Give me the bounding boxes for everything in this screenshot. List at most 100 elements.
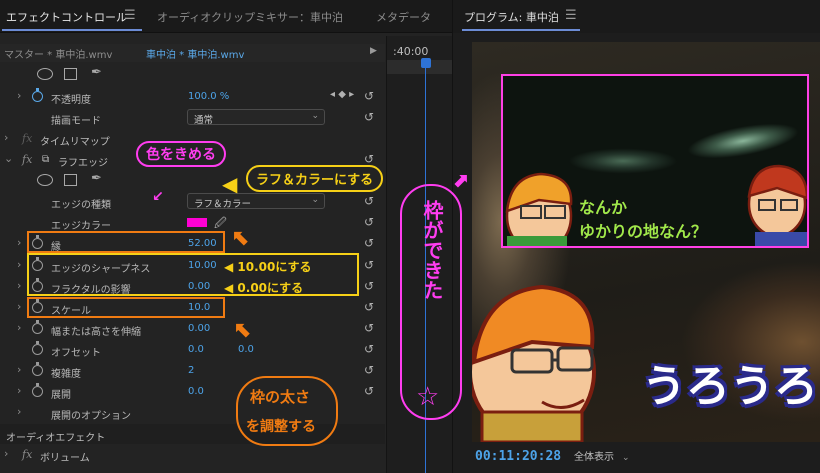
reset-icon[interactable]: ↺ (364, 384, 374, 398)
edge-type-value: ラフ＆カラー (194, 199, 252, 210)
ellipse-mask-icon[interactable] (37, 68, 53, 80)
scale-highlight-box (27, 297, 225, 318)
row-complexity: › 複雑度 2 ↺ (0, 360, 385, 381)
monitor-tab-bar: プログラム: 車中泊 ☰ (453, 0, 820, 33)
evolution-value[interactable]: 0.0 (188, 386, 204, 397)
tab-program-monitor[interactable]: プログラム: 車中泊 (464, 9, 559, 25)
annotation-frame-done-text: 枠ができた (420, 200, 444, 300)
annotation-frame-width: 枠の太さ を調整する (236, 376, 338, 446)
offset-x-value[interactable]: 0.0 (188, 344, 204, 355)
annotation-set-ten-text: 10.00にする (237, 260, 312, 274)
reset-icon[interactable]: ↺ (364, 363, 374, 377)
reset-icon[interactable]: ↺ (364, 258, 374, 272)
row-offset: オフセット 0.0 0.0 ↺ (0, 339, 385, 360)
annotation-set-zero-text: 0.00にする (237, 281, 304, 295)
row-volume: › fx ボリューム (0, 444, 385, 465)
panel-menu-icon[interactable]: ☰ (124, 8, 136, 23)
stopwatch-icon[interactable] (32, 341, 43, 355)
timeline-clip-bar (387, 60, 452, 74)
annotation-frame-width-2: を調整する (246, 419, 316, 435)
pen-mask-icon[interactable]: ✒ (91, 65, 102, 80)
reset-icon[interactable]: ↺ (364, 89, 374, 103)
expand-chevron-icon[interactable]: › (17, 236, 21, 249)
panel-menu-icon[interactable]: ☰ (565, 8, 577, 23)
fx-icon[interactable]: fx (22, 132, 32, 145)
rectangle-mask-icon[interactable] (64, 174, 77, 186)
arrow-up-icon: ⬉ (234, 318, 253, 343)
complexity-value[interactable]: 2 (188, 365, 194, 376)
stretch-value[interactable]: 0.00 (188, 323, 210, 334)
expand-chevron-icon[interactable]: › (17, 321, 21, 334)
expand-chevron-icon[interactable]: › (4, 131, 8, 144)
blend-mode-value: 通常 (194, 115, 214, 126)
expand-chevron-icon[interactable]: › (17, 405, 21, 418)
reset-icon[interactable]: ↺ (364, 110, 374, 124)
chevron-down-icon: ⌄ (622, 453, 630, 463)
tab-metadata[interactable]: メタデータ (376, 9, 431, 25)
motion-box-icon[interactable]: ⧉ (42, 154, 49, 165)
collapse-chevron-icon[interactable]: ⌄ (4, 152, 13, 165)
master-clip-label[interactable]: マスター * 車中泊.wmv (4, 46, 112, 61)
border-highlight-box (27, 231, 225, 253)
chevron-down-icon: ⌄ (311, 195, 319, 205)
stopwatch-icon[interactable] (32, 362, 43, 376)
program-timecode[interactable]: 00:11:20:28 (475, 449, 561, 464)
expand-chevron-icon[interactable]: › (17, 384, 21, 397)
expand-chevron-icon[interactable]: › (17, 363, 21, 376)
reset-icon[interactable]: ↺ (364, 300, 374, 314)
rectangle-mask-icon[interactable] (64, 68, 77, 80)
fit-value: 全体表示 (574, 452, 614, 463)
timeline-time-ruler: :40:00 (393, 45, 429, 58)
fx-icon[interactable]: fx (22, 448, 32, 461)
expand-chevron-icon[interactable]: › (17, 89, 21, 102)
audio-effects-label: オーディオエフェクト (6, 433, 106, 444)
keyframe-nav-icon[interactable]: ◂ ◆ ▸ (330, 89, 354, 100)
fx-icon[interactable]: fx (22, 153, 32, 166)
blend-mode-label: 描画モード (51, 116, 101, 127)
complexity-label: 複雑度 (51, 369, 81, 380)
annotation-frame-width-1: 枠の太さ (250, 388, 311, 406)
ellipse-mask-icon[interactable] (37, 174, 53, 186)
opacity-label: 不透明度 (51, 95, 91, 106)
reset-icon[interactable]: ↺ (364, 321, 374, 335)
fit-dropdown[interactable]: 全体表示 ⌄ (574, 448, 660, 465)
stopwatch-icon[interactable] (32, 88, 43, 102)
expand-chevron-icon[interactable]: › (17, 300, 21, 313)
reset-icon[interactable]: ↺ (364, 279, 374, 293)
tab-audio-clip-mixer[interactable]: オーディオクリップミキサー：車中泊 (157, 9, 343, 25)
reset-icon[interactable]: ↺ (364, 342, 374, 356)
expand-chevron-icon[interactable]: › (17, 279, 21, 292)
blend-mode-dropdown[interactable]: 通常 ⌄ (187, 109, 325, 126)
stopwatch-icon[interactable] (32, 320, 43, 334)
row-blend-mode: 描画モード 通常 ⌄ ↺ (0, 107, 385, 128)
evolution-options-label: 展開のオプション (51, 411, 131, 422)
play-only-clip-icon[interactable]: ▶ (370, 46, 377, 56)
inset-video-frame[interactable]: なんか ゆかりの地なん？ (501, 74, 809, 248)
reset-icon[interactable]: ↺ (364, 215, 374, 229)
edge-color-label: エッジカラー (51, 221, 111, 232)
offset-y-value[interactable]: 0.0 (238, 344, 254, 355)
arrow-down-icon: ↙ (152, 189, 164, 205)
playhead-handle[interactable] (421, 58, 431, 68)
clip-source-bar: マスター * 車中泊.wmv 車中泊 * 車中泊.wmv ▶ (0, 44, 385, 62)
stopwatch-icon[interactable] (32, 383, 43, 397)
expand-chevron-icon[interactable]: › (17, 258, 21, 271)
caption-big-text: うろうろ (642, 361, 818, 412)
pen-mask-icon[interactable]: ✒ (91, 171, 102, 186)
volume-label: ボリューム (40, 453, 90, 464)
opacity-value[interactable]: 100.0 % (188, 91, 229, 102)
reset-icon[interactable]: ↺ (364, 236, 374, 250)
reset-icon[interactable]: ↺ (364, 152, 374, 166)
sequence-clip-label[interactable]: 車中泊 * 車中泊.wmv (146, 46, 244, 61)
panel-tab-bar: エフェクトコントロール ☰ オーディオクリップミキサー：車中泊 メタデータ (0, 0, 452, 33)
edge-type-dropdown[interactable]: ラフ＆カラー ⌄ (187, 193, 325, 210)
evolution-label: 展開 (51, 390, 71, 401)
offset-label: オフセット (51, 348, 101, 359)
annotation-set-zero: ◀ 0.00にする (224, 281, 304, 295)
edge-color-swatch[interactable] (187, 218, 207, 227)
arrow-up-icon: ⬉ (232, 226, 251, 251)
expand-chevron-icon[interactable]: › (4, 447, 8, 460)
reset-icon[interactable]: ↺ (364, 194, 374, 208)
tab-effect-controls[interactable]: エフェクトコントロール (6, 9, 127, 25)
arrow-left-icon: ◀ (222, 172, 238, 196)
